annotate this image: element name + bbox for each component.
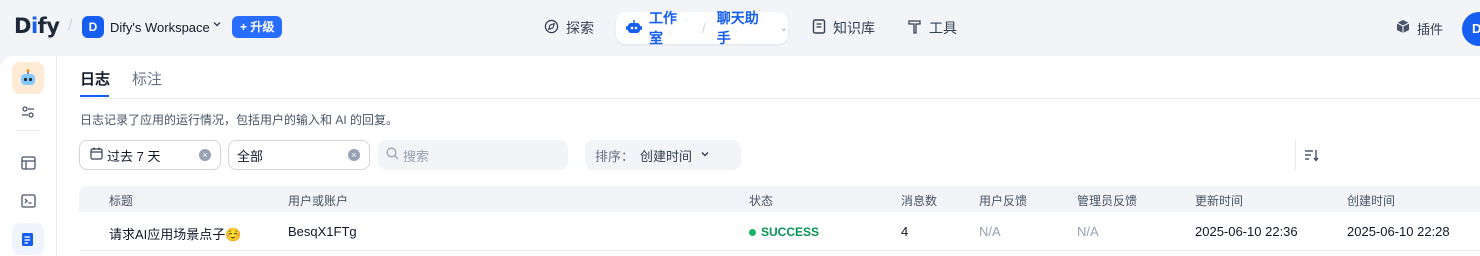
column-messages: 消息数: [901, 194, 938, 208]
book-icon: [812, 19, 826, 37]
plus-icon: +: [240, 20, 251, 34]
row-user-feedback: N/A: [979, 224, 1001, 239]
robot-icon: [626, 19, 642, 37]
top-bar: Dify / D Dify's Workspace + 升级 探索 工作室 / …: [0, 0, 1480, 56]
search-input[interactable]: 搜索: [378, 140, 568, 170]
column-created: 创建时间: [1347, 194, 1396, 208]
sort-value: 创建时间: [640, 148, 693, 164]
sidebar-item-api[interactable]: [12, 185, 44, 217]
sidebar-item-orchestrate[interactable]: [12, 147, 44, 179]
clear-icon[interactable]: ×: [199, 149, 211, 161]
user-avatar[interactable]: D: [1462, 12, 1480, 46]
main-content: 日志 标注 日志记录了应用的运行情况，包括用户的输入和 AI 的回复。 过去 7…: [0, 56, 1480, 256]
nav-knowledge-label: 知识库: [833, 20, 875, 36]
nav-tools-label: 工具: [929, 20, 957, 36]
calendar-icon: [90, 147, 103, 163]
layout-icon: [20, 156, 36, 170]
current-app-name[interactable]: 聊天助手: [717, 8, 773, 48]
row-message-count: 4: [901, 224, 909, 239]
sidebar-divider: [16, 130, 40, 131]
row-user: BesqX1FTg: [288, 224, 357, 239]
sidebar-item-logs[interactable]: [12, 223, 44, 255]
status-text: SUCCESS: [761, 225, 820, 239]
nav-plugins-label: 插件: [1417, 21, 1444, 37]
tab-logs[interactable]: 日志: [80, 68, 110, 89]
nav-plugins[interactable]: 插件: [1396, 12, 1443, 44]
page-description: 日志记录了应用的运行情况，包括用户的输入和 AI 的回复。: [80, 113, 399, 127]
nav-tools[interactable]: 工具: [908, 12, 957, 44]
nav-explore-label: 探索: [566, 20, 594, 36]
status-badge: SUCCESS: [749, 225, 819, 239]
workspace-avatar[interactable]: D: [82, 16, 104, 38]
chevron-down-icon: [700, 149, 710, 162]
chevron-down-icon[interactable]: ⌄: [780, 23, 788, 34]
tab-annotations[interactable]: 标注: [132, 68, 162, 89]
table-row[interactable]: 请求AI应用场景点子☺️ BesqX1FTg SUCCESS 4 N/A N/A…: [79, 214, 1480, 251]
period-select[interactable]: 过去 7 天 ×: [79, 140, 221, 170]
nav-studio[interactable]: 工作室 / 聊天助手 ⌄: [616, 10, 788, 46]
nav-knowledge[interactable]: 知识库: [812, 12, 875, 44]
column-user-feedback: 用户反馈: [979, 194, 1028, 208]
status-value: 全部: [237, 148, 264, 164]
terminal-icon: [20, 194, 36, 208]
row-title: 请求AI应用场景点子☺️: [109, 227, 242, 242]
hammer-icon: [908, 19, 922, 37]
breadcrumb-separator: /: [68, 17, 73, 34]
column-updated: 更新时间: [1195, 194, 1244, 208]
settings-sliders-icon[interactable]: [12, 96, 44, 128]
search-icon: [386, 147, 399, 163]
active-tab-indicator: [80, 95, 109, 97]
search-placeholder: 搜索: [403, 148, 430, 164]
dify-logo[interactable]: Dify: [14, 14, 60, 38]
cube-icon: [1396, 19, 1410, 37]
clear-icon[interactable]: ×: [348, 149, 360, 161]
app-sidebar: [0, 56, 57, 256]
table-header: 标题 用户或账户 状态 消息数 用户反馈 管理员反馈 更新时间 创建时间: [79, 186, 1480, 212]
column-user: 用户或账户: [288, 194, 349, 208]
period-value: 过去 7 天: [107, 148, 161, 164]
compass-icon: [544, 19, 559, 37]
chevron-down-icon[interactable]: [212, 19, 222, 32]
workspace-name[interactable]: Dify's Workspace: [110, 20, 210, 35]
row-updated-time: 2025-06-10 22:36: [1195, 224, 1298, 239]
nav-explore[interactable]: 探索: [544, 12, 594, 44]
column-status: 状态: [749, 194, 774, 208]
row-admin-feedback: N/A: [1077, 224, 1099, 239]
status-select[interactable]: 全部 ×: [228, 140, 370, 170]
document-icon: [22, 232, 33, 246]
column-title: 标题: [109, 194, 134, 208]
nav-studio-label: 工作室: [649, 10, 677, 46]
log-tabs: 日志 标注: [80, 56, 1480, 99]
column-admin-feedback: 管理员反馈: [1077, 194, 1138, 208]
sort-label: 排序：: [595, 148, 635, 164]
app-icon[interactable]: [12, 62, 44, 94]
sort-order-toggle[interactable]: [1295, 140, 1326, 170]
sort-desc-icon: [1304, 149, 1319, 162]
row-created-time: 2025-06-10 22:28: [1347, 224, 1450, 239]
sort-select[interactable]: 排序： 创建时间: [585, 140, 1319, 170]
upgrade-button[interactable]: + 升级: [232, 16, 283, 38]
breadcrumb-separator: /: [701, 20, 706, 36]
status-dot: [749, 228, 756, 236]
